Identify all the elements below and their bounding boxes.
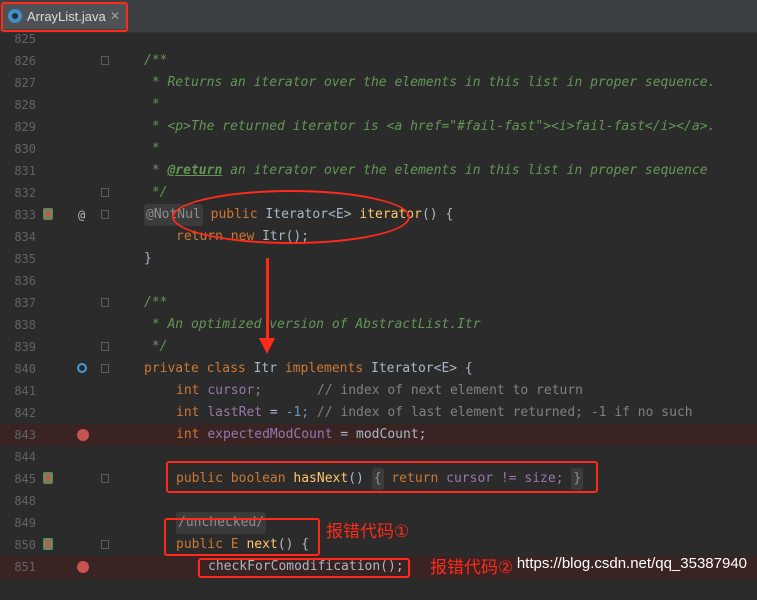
code-line: 826 /** <box>0 50 757 72</box>
code-text: } <box>144 251 152 266</box>
line-comment: // index of next element to return <box>316 383 584 398</box>
next-method-highlight-box <box>164 518 320 556</box>
iterator-method-highlight <box>172 190 410 244</box>
line-number: 844 <box>14 450 36 464</box>
code-line: 831 * @return an iterator over the eleme… <box>0 160 757 182</box>
code-line: 842 int lastRet = -1; // index of last e… <box>0 402 757 424</box>
comment-text: * <p>The returned iterator is <a href="#… <box>144 119 716 134</box>
number-literal: -1; <box>285 405 310 420</box>
code-line: 828 * <box>0 94 757 116</box>
comment-text: * @return an iterator over the elements … <box>144 163 708 178</box>
code-line: 836 <box>0 270 757 292</box>
line-number: 825 <box>14 32 36 46</box>
comment-text: * Returns an iterator over the elements … <box>144 75 716 90</box>
code-line: 830 * <box>0 138 757 160</box>
comment-text: * An optimized version of AbstractList.I… <box>144 317 481 332</box>
comment-text: * <box>144 141 160 156</box>
fold-icon[interactable] <box>101 298 109 307</box>
line-number: 839 <box>14 340 36 354</box>
line-number: 843 <box>14 428 36 442</box>
code-text: () { <box>421 207 454 222</box>
code-line-breakpoint: 843 int expectedModCount = modCount; <box>0 424 757 446</box>
comment-text: an iterator over the elements in this li… <box>222 163 708 178</box>
fold-icon[interactable] <box>101 56 109 65</box>
field-name: cursor; <box>207 383 263 398</box>
javadoc-tag: @return <box>167 163 223 178</box>
line-number: 830 <box>14 142 36 156</box>
line-number: 829 <box>14 120 36 134</box>
line-number: 837 <box>14 296 36 310</box>
line-number: 838 <box>14 318 36 332</box>
line-number: 826 <box>14 54 36 68</box>
line-number: 833 <box>14 208 36 222</box>
code-line: 838 * An optimized version of AbstractLi… <box>0 314 757 336</box>
fold-icon[interactable] <box>101 474 109 483</box>
line-comment: // index of last element returned; -1 if… <box>316 405 693 420</box>
line-number: 832 <box>14 186 36 200</box>
code-line: 829 * <p>The returned iterator is <a hre… <box>0 116 757 138</box>
line-number: 827 <box>14 76 36 90</box>
line-number: 848 <box>14 494 36 508</box>
comment-text: /** <box>144 295 168 310</box>
arrow-head <box>259 338 275 354</box>
fold-icon[interactable] <box>101 540 109 549</box>
fold-icon[interactable] <box>101 364 109 373</box>
comment-text: */ <box>144 339 168 354</box>
field-name: lastRet <box>207 405 263 420</box>
class-name: Itr <box>253 361 278 376</box>
override-at-icon[interactable]: @ <box>78 204 85 226</box>
fold-icon[interactable] <box>101 188 109 197</box>
line-number: 845 <box>14 472 36 486</box>
keyword: int <box>176 383 200 398</box>
line-number: 834 <box>14 230 36 244</box>
implementation-gutter-icon[interactable] <box>43 208 53 220</box>
keyword: int <box>176 427 200 442</box>
fold-icon[interactable] <box>101 342 109 351</box>
line-number: 851 <box>14 560 36 574</box>
keyword: private class <box>144 361 246 376</box>
code-line: 837 /** <box>0 292 757 314</box>
code-line: 835 } <box>0 248 757 270</box>
line-number: 842 <box>14 406 36 420</box>
checkforcomodification-highlight-box <box>198 558 410 578</box>
code-editor[interactable]: 825 826 /** 827 * Returns an iterator ov… <box>0 32 757 585</box>
breakpoint-icon[interactable] <box>77 429 89 441</box>
implemented-by-icon[interactable] <box>77 363 87 373</box>
line-number: 840 <box>14 362 36 376</box>
comment-text: /** <box>144 53 168 68</box>
breakpoint-icon[interactable] <box>77 561 89 573</box>
code-text: = modCount; <box>332 427 427 442</box>
field-name: expectedModCount <box>207 427 333 442</box>
code-text: Iterator<E> { <box>371 361 473 376</box>
fold-icon[interactable] <box>101 210 109 219</box>
line-number: 828 <box>14 98 36 112</box>
code-line: 839 */ <box>0 336 757 358</box>
implementation-gutter-icon[interactable] <box>43 538 53 550</box>
line-number: 849 <box>14 516 36 530</box>
error-annotation-1: 报错代码① <box>326 522 410 542</box>
keyword: implements <box>284 361 364 376</box>
line-number: 850 <box>14 538 36 552</box>
line-number: 841 <box>14 384 36 398</box>
code-line: 840 private class Itr implements Iterato… <box>0 358 757 380</box>
hasnext-highlight-box <box>166 461 598 493</box>
line-number: 836 <box>14 274 36 288</box>
line-number: 831 <box>14 164 36 178</box>
code-text: = <box>262 405 286 420</box>
error-annotation-2: 报错代码② <box>430 558 514 578</box>
line-number: 835 <box>14 252 36 266</box>
comment-text: */ <box>144 185 168 200</box>
arrow-shaft <box>266 258 269 340</box>
code-line: 827 * Returns an iterator over the eleme… <box>0 72 757 94</box>
code-line: 848 <box>0 490 757 512</box>
code-line: 841 int cursor; // index of next element… <box>0 380 757 402</box>
watermark: https://blog.csdn.net/qq_35387940 <box>516 555 747 572</box>
comment-text: * <box>144 97 160 112</box>
keyword: int <box>176 405 200 420</box>
code-line: 825 <box>0 28 757 50</box>
implementation-gutter-icon[interactable] <box>43 472 53 484</box>
